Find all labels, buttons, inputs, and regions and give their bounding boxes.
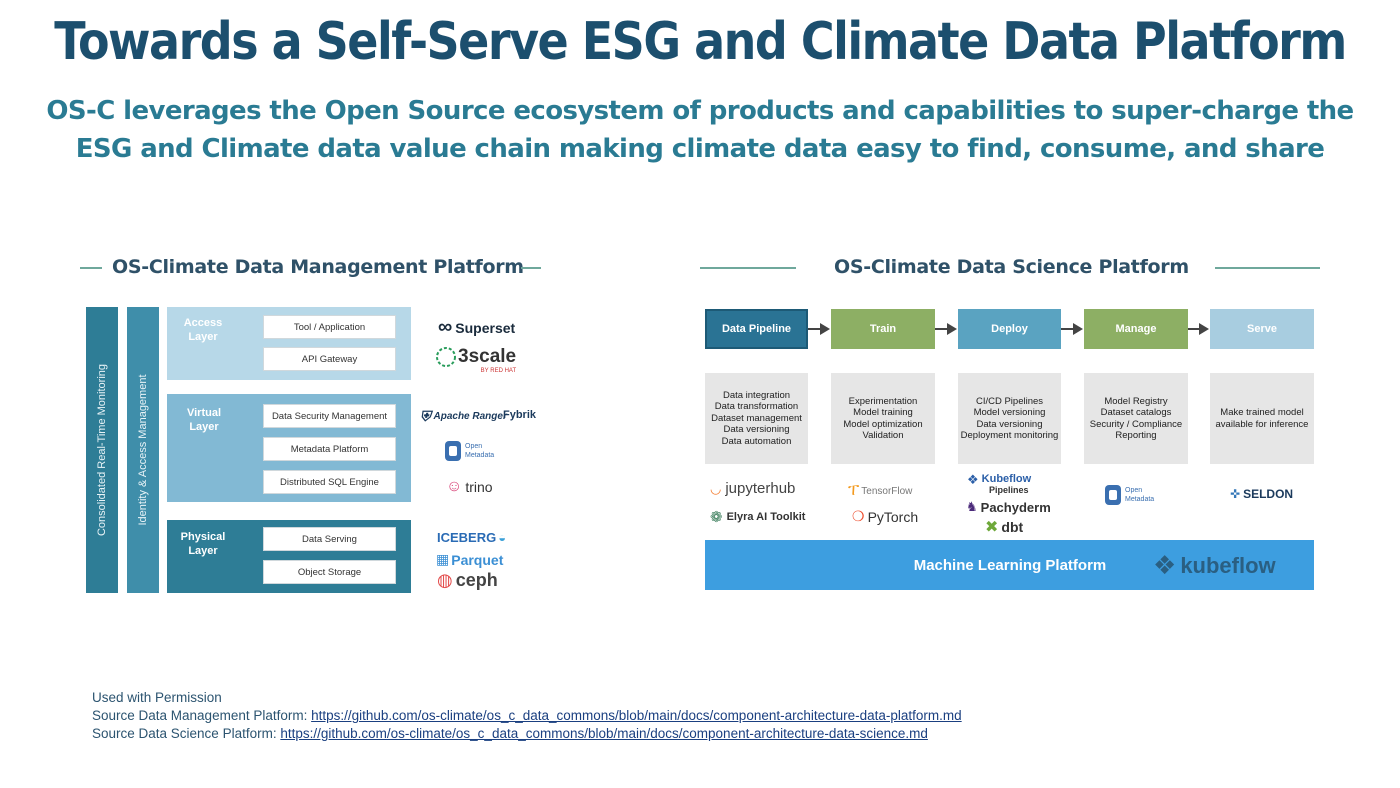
ds-source-link[interactable]: https://github.com/os-climate/os_c_data_… [280, 726, 928, 741]
data-security-box: Data Security Management [263, 404, 396, 428]
fybrik-logo: Fybrik [503, 409, 537, 421]
arrow-right-icon [1073, 323, 1083, 335]
apache-ranger-logo: ⛨ Apache Ranger [420, 408, 507, 424]
distributed-sql-box: Distributed SQL Engine [263, 470, 396, 494]
infinity-icon: ∞ [438, 316, 453, 338]
ds-source-line: Source Data Science Platform: https://gi… [92, 726, 928, 741]
kubeflow-icon: ❖ [1153, 550, 1177, 580]
monitoring-bar: Consolidated Real-Time Monitoring [86, 307, 118, 593]
parquet-icon: ▦ [436, 551, 450, 567]
ceph-icon: ◍ [437, 570, 453, 590]
iceberg-logo: ICEBERG ◒ [437, 530, 507, 545]
seldon-icon: ✜ [1230, 487, 1241, 501]
elyra-icon: ❁ [710, 509, 723, 526]
desc-deploy: CI/CD Pipelines Model versioning Data ve… [958, 373, 1061, 464]
dbt-logo: ✖ dbt [985, 519, 1024, 536]
physical-layer-label: Physical Layer [180, 531, 226, 557]
kubeflow-watermark-logo: ❖ kubeflow [1153, 550, 1276, 580]
access-layer-label: Access Layer [183, 317, 223, 343]
iceberg-icon: ◒ [498, 530, 507, 545]
jupyter-icon: ◡ [710, 480, 722, 496]
identity-label: Identity & Access Management [137, 374, 149, 526]
open-metadata-icon [1105, 485, 1121, 505]
identity-bar: Identity & Access Management [127, 307, 159, 593]
open-metadata-logo: Open Metadata [444, 440, 499, 462]
data-management-title: OS-Climate Data Management Platform [112, 256, 524, 278]
dm-source-line: Source Data Management Platform: https:/… [92, 708, 962, 723]
arrow-right-icon [1199, 323, 1209, 335]
monitoring-label: Consolidated Real-Time Monitoring [96, 363, 108, 537]
data-science-title: OS-Climate Data Science Platform [834, 256, 1189, 278]
right-rule-b [1215, 267, 1320, 269]
desc-manage: Model Registry Dataset catalogs Security… [1084, 373, 1188, 464]
hexagon-icon [436, 347, 456, 367]
open-metadata-icon [445, 441, 461, 461]
ceph-logo: ◍ ceph [437, 570, 498, 590]
data-serving-box: Data Serving [263, 527, 396, 551]
step-serve: Serve [1210, 309, 1314, 349]
kubeflow-icon: ❖ [967, 472, 979, 487]
api-gateway-box: API Gateway [263, 347, 396, 371]
desc-train: Experimentation Model training Model opt… [831, 373, 935, 464]
parquet-logo: ▦ Parquet [436, 551, 504, 568]
tool-application-box: Tool / Application [263, 315, 396, 339]
tensorflow-icon: ፐ [848, 482, 860, 499]
footer: Used with Permission Source Data Managem… [92, 689, 962, 743]
dm-source-link[interactable]: https://github.com/os-climate/os_c_data_… [311, 708, 962, 723]
threescale-logo: 3scale BY RED HAT [436, 346, 516, 374]
step-manage: Manage [1084, 309, 1188, 349]
trino-icon: ☺ [446, 478, 463, 495]
physical-layer: Physical Layer Data Serving Object Stora… [167, 520, 411, 593]
kubeflow-pipelines-logo: ❖ Kubeflow Pipelines [967, 472, 1032, 495]
arrow-right-icon [820, 323, 830, 335]
pachyderm-logo: ♞ Pachyderm [966, 499, 1051, 515]
step-data-pipeline: Data Pipeline [705, 309, 808, 349]
permission-note: Used with Permission [92, 690, 222, 705]
right-rule-a [700, 267, 796, 269]
page-title: Towards a Self-Serve ESG and Climate Dat… [54, 10, 1347, 72]
desc-serve: Make trained model available for inferen… [1210, 373, 1314, 464]
ml-platform-bar: Machine Learning Platform ❖ kubeflow [705, 540, 1314, 590]
seldon-logo: ✜ SELDON [1230, 487, 1294, 501]
access-layer: Access Layer Tool / Application API Gate… [167, 307, 411, 380]
arrow-right-icon [947, 323, 957, 335]
pytorch-logo: ❍ PyTorch [852, 508, 919, 525]
page-subtitle: OS-C leverages the Open Source ecosystem… [46, 96, 1354, 164]
dbt-icon: ✖ [985, 519, 999, 536]
jupyterhub-logo: ◡ jupyterhub [710, 480, 796, 497]
virtual-layer-label: Virtual Layer [186, 407, 222, 433]
ranger-icon: ⛨ [420, 408, 431, 424]
left-rule-a [80, 267, 102, 269]
metadata-platform-box: Metadata Platform [263, 437, 396, 461]
step-train: Train [831, 309, 935, 349]
object-storage-box: Object Storage [263, 560, 396, 584]
step-deploy: Deploy [958, 309, 1061, 349]
tensorflow-logo: ፐ TensorFlow [848, 482, 913, 499]
open-metadata-logo-right: Open Metadata [1104, 484, 1159, 506]
superset-logo: ∞ Superset [438, 316, 516, 338]
trino-logo: ☺ trino [446, 478, 493, 495]
pytorch-icon: ❍ [852, 508, 865, 524]
desc-data-pipeline: Data integration Data transformation Dat… [705, 373, 808, 464]
left-rule-b [521, 267, 541, 269]
virtual-layer: Virtual Layer Data Security Management M… [167, 394, 411, 502]
pachyderm-icon: ♞ [966, 499, 978, 514]
elyra-logo: ❁ Elyra AI Toolkit [710, 509, 806, 526]
